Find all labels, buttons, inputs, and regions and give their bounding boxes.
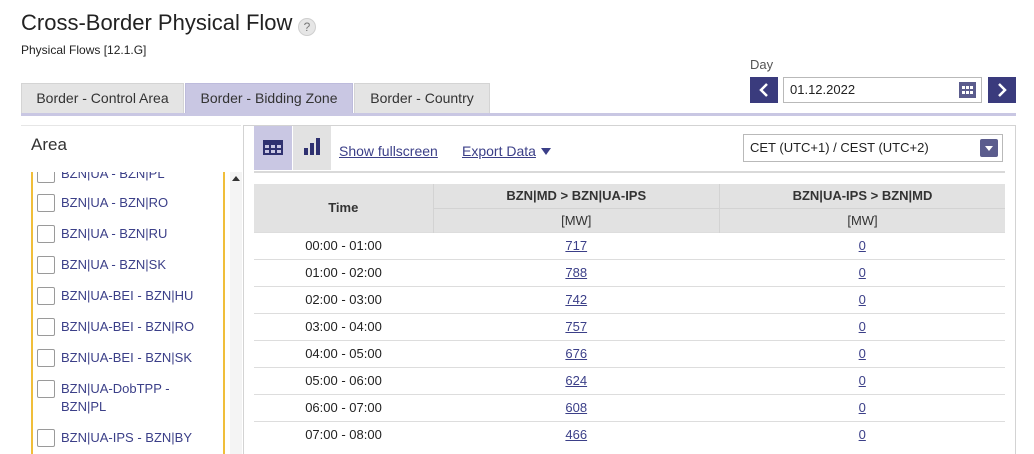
bar-chart-icon [304, 138, 320, 155]
data-panel: Show fullscreen Export Data CET (UTC+1) … [243, 125, 1016, 454]
time-cell: 05:00 - 06:00 [254, 366, 433, 394]
flow-value-link[interactable]: 0 [859, 373, 866, 388]
chevron-right-icon [998, 83, 1007, 97]
flow-value-link[interactable]: 0 [859, 427, 866, 442]
area-panel: Area BZN|UA - BZN|PL BZN|UA - BZN|RO BZN… [21, 125, 242, 454]
timezone-select[interactable]: CET (UTC+1) / CEST (UTC+2) [743, 134, 1003, 162]
tab-underline [21, 113, 1016, 116]
tab-border-control-area[interactable]: Border - Control Area [21, 83, 184, 114]
flow-value-link[interactable]: 608 [565, 400, 587, 415]
table-row: 03:00 - 04:00 757 0 [254, 312, 1005, 340]
flow-value-link[interactable]: 0 [859, 346, 866, 361]
area-checkbox[interactable] [37, 172, 55, 183]
flow-value-link[interactable]: 0 [859, 238, 866, 253]
show-fullscreen-link[interactable]: Show fullscreen [339, 143, 438, 159]
previous-day-button[interactable] [750, 77, 778, 103]
area-title: Area [31, 135, 67, 154]
area-checkbox[interactable] [37, 349, 55, 367]
flow-value-link[interactable]: 466 [565, 427, 587, 442]
table-row: 07:00 - 08:00 466 0 [254, 420, 1005, 448]
export-data-label: Export Data [462, 143, 536, 159]
area-checkbox[interactable] [37, 380, 55, 398]
table-row: 04:00 - 05:00 676 0 [254, 339, 1005, 367]
area-scrollbar[interactable] [230, 172, 242, 454]
table-icon [263, 140, 283, 155]
flow-value-link[interactable]: 676 [565, 346, 587, 361]
toolbar-divider [254, 171, 1005, 173]
timezone-value: CET (UTC+1) / CEST (UTC+2) [750, 140, 929, 155]
tab-border-bidding-zone[interactable]: Border - Bidding Zone [185, 83, 353, 114]
chevron-down-icon[interactable] [980, 139, 998, 157]
time-cell: 03:00 - 04:00 [254, 312, 433, 340]
table-row: 05:00 - 06:00 624 0 [254, 366, 1005, 394]
flow-value-link[interactable]: 0 [859, 292, 866, 307]
next-day-button[interactable] [988, 77, 1016, 103]
area-checkbox[interactable] [37, 429, 55, 447]
column-unit: [MW] [719, 207, 1005, 232]
date-input[interactable]: 01.12.2022 [783, 77, 982, 103]
scroll-up-arrow-icon[interactable] [232, 176, 240, 181]
day-label: Day [750, 57, 774, 72]
page-title: Cross-Border Physical Flow [21, 10, 293, 35]
column-header-ua-ips-to-md: BZN|UA-IPS > BZN|MD [719, 184, 1005, 208]
flow-value-link[interactable]: 788 [565, 265, 587, 280]
flow-value-link[interactable]: 757 [565, 319, 587, 334]
time-cell: 06:00 - 07:00 [254, 393, 433, 421]
flow-value-link[interactable]: 742 [565, 292, 587, 307]
flow-value-link[interactable]: 0 [859, 319, 866, 334]
export-data-dropdown[interactable]: Export Data [462, 143, 551, 159]
tab-border-country[interactable]: Border - Country [354, 83, 490, 114]
area-checkbox[interactable] [37, 256, 55, 274]
flow-value-link[interactable]: 624 [565, 373, 587, 388]
area-checkbox[interactable] [37, 194, 55, 212]
caret-down-icon [540, 148, 551, 155]
time-cell: 00:00 - 01:00 [254, 231, 433, 259]
time-column-header: Time [254, 184, 433, 232]
date-value: 01.12.2022 [790, 82, 856, 97]
chart-view-button[interactable] [293, 126, 331, 170]
flow-value-link[interactable]: 717 [565, 238, 587, 253]
time-cell: 07:00 - 08:00 [254, 420, 433, 448]
chevron-left-icon [759, 83, 768, 97]
calendar-icon[interactable] [959, 82, 976, 98]
help-icon[interactable]: ? [298, 18, 316, 36]
table-row: 02:00 - 03:00 742 0 [254, 285, 1005, 313]
time-cell: 02:00 - 03:00 [254, 285, 433, 313]
area-checkbox[interactable] [37, 287, 55, 305]
area-list[interactable]: BZN|UA - BZN|PL BZN|UA - BZN|RO BZN|UA -… [31, 172, 225, 454]
area-checkbox[interactable] [37, 318, 55, 336]
time-cell: 01:00 - 02:00 [254, 258, 433, 286]
data-table: Time BZN|MD > BZN|UA-IPS BZN|UA-IPS > BZ… [254, 184, 1005, 448]
time-cell: 04:00 - 05:00 [254, 339, 433, 367]
table-view-button[interactable] [254, 126, 292, 170]
page-subtitle: Physical Flows [12.1.G] [21, 43, 147, 57]
flow-value-link[interactable]: 0 [859, 400, 866, 415]
table-row: 06:00 - 07:00 608 0 [254, 393, 1005, 421]
area-checkbox[interactable] [37, 225, 55, 243]
column-header-md-to-ua-ips: BZN|MD > BZN|UA-IPS [432, 184, 720, 208]
flow-value-link[interactable]: 0 [859, 265, 866, 280]
table-row: 01:00 - 02:00 788 0 [254, 258, 1005, 286]
table-row: 00:00 - 01:00 717 0 [254, 231, 1005, 259]
column-unit: [MW] [432, 207, 720, 232]
